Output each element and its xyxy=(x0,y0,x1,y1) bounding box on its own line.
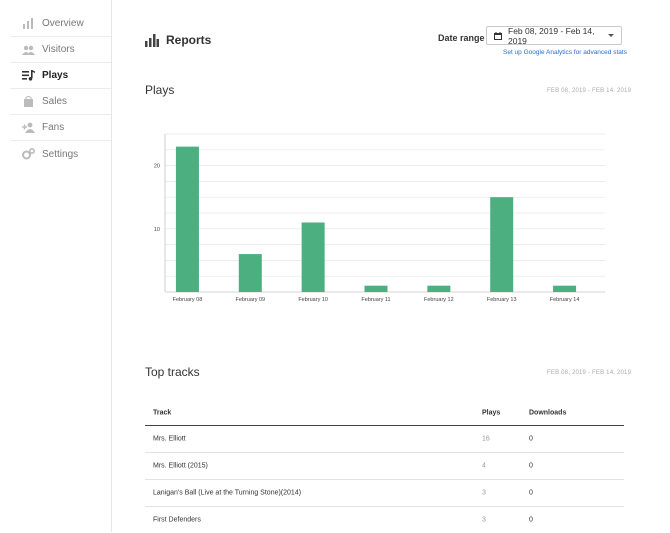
y-tick-label: 10 xyxy=(154,227,160,233)
track-title: Mrs. Elliott xyxy=(153,435,186,443)
table-header-row: Track Plays Downloads xyxy=(145,400,624,426)
shopping-bag-icon xyxy=(21,95,35,109)
x-tick-label: February 10 xyxy=(298,297,328,303)
track-plays: 3 xyxy=(482,489,486,497)
column-header-track[interactable]: Track xyxy=(153,409,171,416)
track-plays: 4 xyxy=(482,462,486,470)
sidebar-item-label: Settings xyxy=(42,148,79,160)
reports-bar-chart-icon xyxy=(145,34,159,47)
sidebar-item-settings[interactable]: Settings xyxy=(10,141,111,167)
column-header-plays[interactable]: Plays xyxy=(482,409,500,416)
x-tick-label: February 08 xyxy=(173,297,203,303)
sidebar-item-label: Visitors xyxy=(42,44,75,55)
bar[interactable] xyxy=(427,285,451,292)
sidebar-item-sales[interactable]: Sales xyxy=(10,89,111,115)
sidebar-item-fans[interactable]: Fans xyxy=(10,115,111,141)
google-analytics-link[interactable]: Set up Google Analytics for advanced sta… xyxy=(503,49,627,56)
track-title: Mrs. Elliott (2015) xyxy=(153,462,208,470)
bar-chart-icon xyxy=(21,17,35,31)
x-tick-label: February 11 xyxy=(361,297,390,303)
track-plays: 16 xyxy=(482,435,490,443)
table-row[interactable]: Mrs. Elliott 16 0 xyxy=(145,426,624,453)
bar[interactable] xyxy=(364,285,388,292)
plays-date-range: FEB 08, 2019 - FEB 14, 2019 xyxy=(547,88,632,94)
people-icon xyxy=(21,43,35,57)
plays-bar-chart: 10 20 February 08 February 09 February 10 Feb… xyxy=(154,133,605,303)
calendar-icon xyxy=(494,31,502,40)
table-row[interactable]: Lanigan's Ball (Live at the Turning Ston… xyxy=(145,480,624,507)
sidebar-item-plays[interactable]: Plays xyxy=(10,63,111,89)
track-title: First Defenders xyxy=(153,516,201,524)
playlist-music-icon xyxy=(21,69,35,83)
track-downloads: 0 xyxy=(529,435,533,443)
sidebar-item-visitors[interactable]: Visitors xyxy=(10,37,111,63)
y-tick-label: 20 xyxy=(154,164,160,170)
x-tick-label: February 12 xyxy=(424,297,454,303)
date-range-label: Date range xyxy=(438,33,485,43)
bar[interactable] xyxy=(175,146,199,292)
x-tick-label: February 09 xyxy=(235,297,265,303)
sidebar-item-label: Sales xyxy=(42,96,68,107)
plays-section-title: Plays xyxy=(145,83,175,97)
column-header-downloads[interactable]: Downloads xyxy=(529,409,566,416)
table-row[interactable]: Mrs. Elliott (2015) 4 0 xyxy=(145,453,624,480)
add-person-icon xyxy=(21,121,35,135)
bar[interactable] xyxy=(301,222,325,292)
x-tick-label: February 14 xyxy=(550,297,580,303)
track-plays: 3 xyxy=(482,516,486,524)
track-downloads: 0 xyxy=(529,489,533,497)
date-range-select[interactable]: Feb 08, 2019 - Feb 14, 2019 xyxy=(486,25,622,46)
sidebar-item-label: Overview xyxy=(42,18,84,29)
sidebar-item-overview[interactable]: Overview xyxy=(10,11,111,37)
top-tracks-table: Track Plays Downloads Mrs. Elliott 16 0 … xyxy=(145,400,624,533)
x-tick-label: February 13 xyxy=(487,297,517,303)
bar[interactable] xyxy=(238,254,262,292)
chevron-down-icon xyxy=(608,34,614,37)
top-tracks-title: Top tracks xyxy=(145,365,200,379)
gears-icon xyxy=(21,147,35,161)
sidebar-nav: Overview Visitors Plays Sales Fans Setti… xyxy=(0,0,112,532)
top-tracks-date-range: FEB 08, 2019 - FEB 14, 2019 xyxy=(547,370,632,376)
sidebar-item-label: Fans xyxy=(42,122,65,133)
date-range-value: Feb 08, 2019 - Feb 14, 2019 xyxy=(508,25,595,46)
track-title: Lanigan's Ball (Live at the Turning Ston… xyxy=(153,489,302,497)
table-row[interactable]: First Defenders 3 0 xyxy=(145,507,624,533)
sidebar-item-label: Plays xyxy=(42,70,69,81)
page-title: Reports xyxy=(166,33,212,47)
bar[interactable] xyxy=(490,197,514,292)
track-downloads: 0 xyxy=(529,516,533,524)
bar[interactable] xyxy=(553,285,577,292)
track-downloads: 0 xyxy=(529,462,533,470)
